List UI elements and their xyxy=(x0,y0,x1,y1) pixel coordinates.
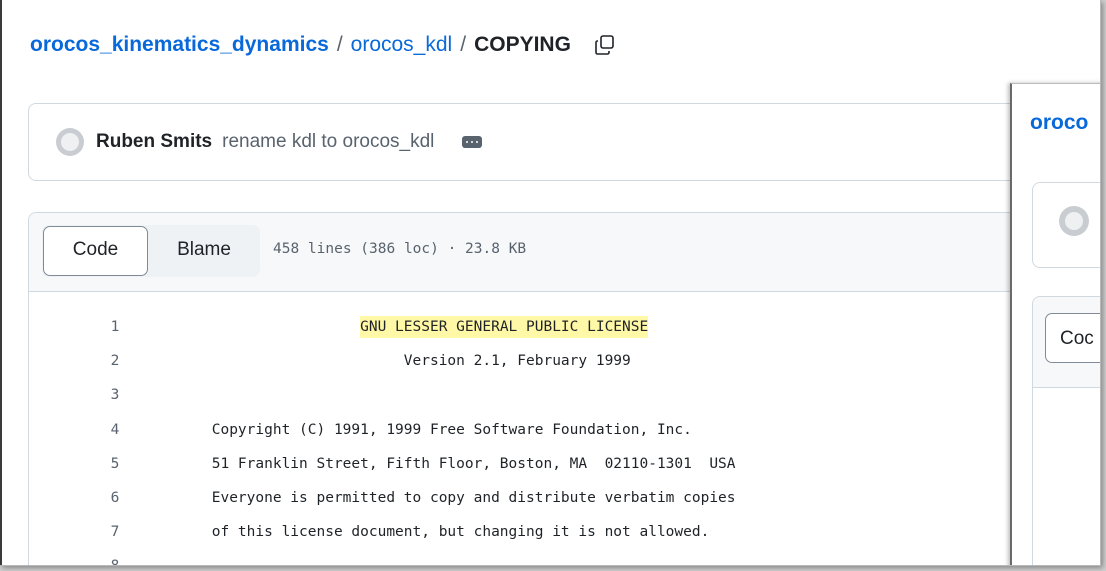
tab-blame[interactable]: Blame xyxy=(154,226,254,274)
overlay-breadcrumb[interactable]: oroco xyxy=(1030,111,1088,135)
line-number[interactable]: 3 xyxy=(85,378,145,412)
code-line: 2 Version 2.1, February 1999 xyxy=(29,344,1089,378)
code-line: 7 of this license document, but changing… xyxy=(29,515,1089,549)
code-line: 1 GNU LESSER GENERAL PUBLIC LICENSE xyxy=(29,310,1089,344)
line-number[interactable]: 7 xyxy=(85,515,145,549)
code-body: 1 GNU LESSER GENERAL PUBLIC LICENSE 2 Ver… xyxy=(29,292,1089,565)
code-line: 3 xyxy=(29,378,1089,412)
tab-code[interactable]: Code xyxy=(43,226,148,276)
code-header: Code Blame 458 lines (386 loc) · 23.8 KB xyxy=(29,213,1089,292)
line-number[interactable]: 2 xyxy=(85,344,145,378)
line-content: Everyone is permitted to copy and distri… xyxy=(203,489,736,506)
overlay-code-header: Coc xyxy=(1033,297,1100,388)
line-number[interactable]: 8 xyxy=(85,549,145,565)
overlapping-window: oroco Coc xyxy=(1010,83,1100,565)
screen: orocos_kinematics_dynamics / orocos_kdl … xyxy=(0,0,1101,566)
line-content: GNU LESSER GENERAL PUBLIC LICENSE xyxy=(203,310,649,344)
overlay-tab-code[interactable]: Coc xyxy=(1045,313,1100,363)
code-line: 5 51 Franklin Street, Fifth Floor, Bosto… xyxy=(29,447,1089,481)
line-content: of this license document, but changing i… xyxy=(203,524,710,541)
commit-message[interactable]: rename kdl to orocos_kdl xyxy=(222,131,434,153)
breadcrumb-repo-link[interactable]: orocos_kinematics_dynamics xyxy=(30,30,329,60)
line-number[interactable]: 1 xyxy=(85,310,145,344)
line-number[interactable]: 4 xyxy=(85,413,145,447)
code-line: 4 Copyright (C) 1991, 1999 Free Software… xyxy=(29,413,1089,447)
avatar-icon[interactable] xyxy=(1059,206,1089,236)
search-highlight: GNU LESSER GENERAL PUBLIC LICENSE xyxy=(360,316,649,338)
line-number[interactable]: 5 xyxy=(85,447,145,481)
ellipsis-icon[interactable] xyxy=(462,136,483,148)
breadcrumb-folder-link[interactable]: orocos_kdl xyxy=(351,30,453,60)
line-content: Copyright (C) 1991, 1999 Free Software F… xyxy=(203,421,692,438)
view-toggle: Code Blame xyxy=(42,225,260,277)
breadcrumb-separator: / xyxy=(336,33,343,56)
overlay-commit-box xyxy=(1032,182,1100,268)
copy-icon[interactable] xyxy=(593,33,617,57)
window-edge xyxy=(0,0,2,565)
file-info: 458 lines (386 loc) · 23.8 KB xyxy=(273,241,527,257)
breadcrumb: orocos_kinematics_dynamics / orocos_kdl … xyxy=(30,30,617,60)
line-content: 51 Franklin Street, Fifth Floor, Boston,… xyxy=(203,455,736,472)
code-line: 8 xyxy=(29,549,1089,565)
commit-author[interactable]: Ruben Smits xyxy=(96,131,212,153)
breadcrumb-separator: / xyxy=(460,33,467,56)
code-panel: Code Blame 458 lines (386 loc) · 23.8 KB… xyxy=(28,212,1090,565)
latest-commit-box: Ruben Smits rename kdl to orocos_kdl xyxy=(28,103,1090,181)
line-number[interactable]: 6 xyxy=(85,481,145,515)
breadcrumb-current-file: COPYING xyxy=(474,33,571,56)
overlay-code-panel: Coc xyxy=(1032,296,1100,565)
line-content: Version 2.1, February 1999 xyxy=(203,353,631,370)
code-line: 6 Everyone is permitted to copy and dist… xyxy=(29,481,1089,515)
avatar-icon[interactable] xyxy=(56,128,84,156)
